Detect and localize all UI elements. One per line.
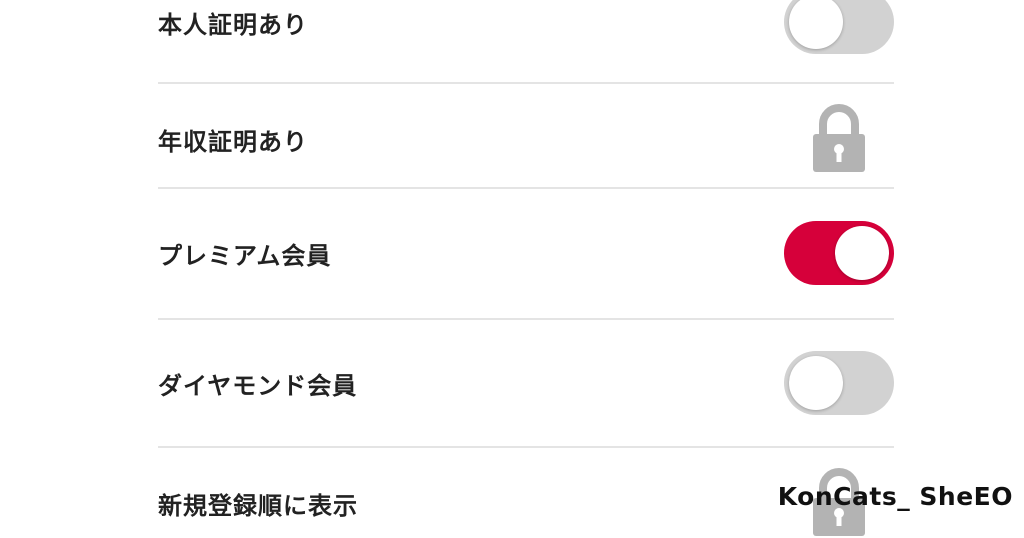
toggle-knob — [789, 0, 843, 49]
settings-row-label: プレミアム会員 — [158, 241, 332, 270]
settings-row-label: ダイヤモンド会員 — [158, 371, 358, 400]
settings-row-identity-verified[interactable]: 本人証明あり — [158, 0, 894, 54]
settings-row-label: 本人証明あり — [158, 10, 308, 39]
divider — [158, 187, 894, 189]
settings-screen: 本人証明あり 年収証明あり プレミアム会員 ダイヤモンド会員 新規登録順に表示 — [0, 0, 1024, 538]
premium-member-toggle[interactable] — [784, 221, 894, 285]
settings-row-premium-member[interactable]: プレミアム会員 — [158, 221, 894, 285]
settings-row-diamond-member[interactable]: ダイヤモンド会員 — [158, 351, 894, 415]
toggle-knob — [835, 226, 889, 280]
divider — [158, 318, 894, 320]
lock-icon[interactable] — [811, 104, 867, 174]
divider — [158, 82, 894, 84]
settings-row-income-verified[interactable]: 年収証明あり — [158, 104, 894, 174]
identity-verified-toggle[interactable] — [784, 0, 894, 54]
watermark-text: KonCats_ SheEO — [777, 482, 1013, 511]
diamond-member-toggle[interactable] — [784, 351, 894, 415]
settings-row-label: 年収証明あり — [158, 127, 308, 156]
toggle-knob — [789, 356, 843, 410]
divider — [158, 446, 894, 448]
settings-row-label: 新規登録順に表示 — [158, 491, 358, 520]
